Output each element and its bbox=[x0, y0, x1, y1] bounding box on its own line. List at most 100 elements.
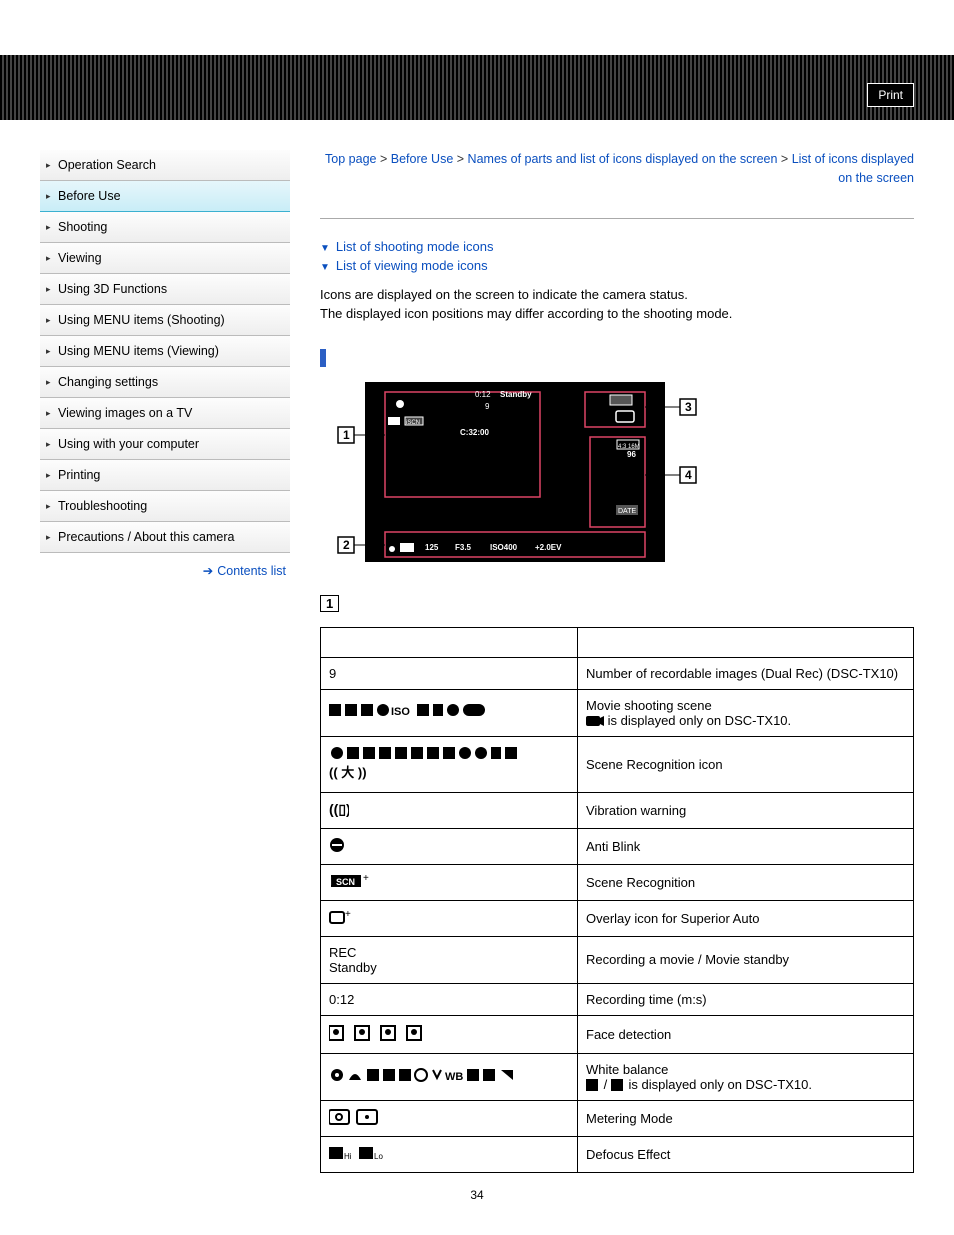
indication-cell: Movie shooting scene is displayed only o… bbox=[578, 689, 914, 736]
diagram-96: 96 bbox=[627, 450, 636, 459]
face-detect-icons bbox=[329, 1024, 439, 1042]
breadcrumb-names[interactable]: Names of parts and list of icons display… bbox=[468, 152, 778, 166]
svg-text:WB: WB bbox=[445, 1071, 463, 1083]
indication-cell: Scene Recognition bbox=[578, 864, 914, 900]
table-row: Metering Mode bbox=[321, 1100, 914, 1136]
diagram-standby: Standby bbox=[500, 390, 532, 399]
intro-line1: Icons are displayed on the screen to ind… bbox=[320, 287, 688, 302]
main-content: Top page > Before Use > Names of parts a… bbox=[320, 150, 914, 1173]
display-cell: 9 bbox=[321, 657, 578, 689]
sidebar-item-before-use[interactable]: Before Use bbox=[40, 181, 290, 212]
table-row: i SCN + Scene Recognition bbox=[321, 864, 914, 900]
sidebar-item-printing[interactable]: Printing bbox=[40, 460, 290, 491]
svg-text:Lo: Lo bbox=[374, 1152, 383, 1161]
svg-text:4:3 16M: 4:3 16M bbox=[618, 444, 640, 450]
vibration-icon: ((▯)) bbox=[329, 801, 349, 817]
arrow-right-icon: ➔ bbox=[203, 564, 213, 578]
sidebar-item-label: Using 3D Functions bbox=[58, 282, 167, 296]
sidebar-item-menu-viewing[interactable]: Using MENU items (Viewing) bbox=[40, 336, 290, 367]
indication-cell: Anti Blink bbox=[578, 828, 914, 864]
svg-text:2: 2 bbox=[343, 538, 350, 552]
breadcrumb-before-use[interactable]: Before Use bbox=[391, 152, 454, 166]
sidebar-item-label: Operation Search bbox=[58, 158, 156, 172]
diagram-shutter: 125 bbox=[425, 543, 439, 552]
breadcrumb-top[interactable]: Top page bbox=[325, 152, 376, 166]
wb-icons: WB bbox=[329, 1066, 569, 1084]
svg-text:iSCN: iSCN bbox=[406, 420, 420, 426]
indication-cell: Scene Recognition icon bbox=[578, 736, 914, 792]
svg-text:i: i bbox=[329, 877, 332, 888]
table-row: 9 Number of recordable images (Dual Rec)… bbox=[321, 657, 914, 689]
display-cell: ISO bbox=[321, 689, 578, 736]
sidebar-item-menu-shooting[interactable]: Using MENU items (Shooting) bbox=[40, 305, 290, 336]
contents-list-link[interactable]: ➔ Contents list bbox=[40, 553, 290, 588]
display-cell: WB bbox=[321, 1053, 578, 1100]
anchor-viewing-icons[interactable]: List of viewing mode icons bbox=[320, 258, 914, 273]
sidebar-item-label: Using MENU items (Viewing) bbox=[58, 344, 219, 358]
diagram-date: DATE bbox=[618, 508, 636, 515]
indication-note: is displayed only on DSC-TX10. bbox=[604, 713, 791, 728]
print-button[interactable]: Print bbox=[867, 83, 914, 107]
table-row: Hi Lo Defocus Effect bbox=[321, 1136, 914, 1172]
sidebar-item-label: Troubleshooting bbox=[58, 499, 147, 513]
rec-label: REC bbox=[329, 945, 356, 960]
scene-recognition-icons: (( 大 )) bbox=[329, 745, 569, 781]
display-cell bbox=[321, 828, 578, 864]
svg-text:+: + bbox=[363, 873, 369, 884]
indication-cell: Face detection bbox=[578, 1015, 914, 1053]
defocus-icons: Hi Lo bbox=[329, 1145, 389, 1161]
iscn-icon: i SCN + bbox=[329, 873, 373, 889]
sidebar-item-viewing-tv[interactable]: Viewing images on a TV bbox=[40, 398, 290, 429]
sidebar-item-precautions[interactable]: Precautions / About this camera bbox=[40, 522, 290, 553]
table-row: WB White balance / is displayed only on … bbox=[321, 1053, 914, 1100]
svg-text:(( 大 )): (( 大 )) bbox=[329, 765, 367, 780]
sidebar-item-viewing[interactable]: Viewing bbox=[40, 243, 290, 274]
sidebar: Operation Search Before Use Shooting Vie… bbox=[40, 150, 290, 1173]
sidebar-item-3d[interactable]: Using 3D Functions bbox=[40, 274, 290, 305]
svg-text:SCN: SCN bbox=[336, 877, 355, 887]
indication-cell: Overlay icon for Superior Auto bbox=[578, 900, 914, 936]
sidebar-item-operation-search[interactable]: Operation Search bbox=[40, 150, 290, 181]
svg-text:1: 1 bbox=[343, 428, 350, 442]
table-row: Face detection bbox=[321, 1015, 914, 1053]
sidebar-item-label: Viewing bbox=[58, 251, 102, 265]
sidebar-item-shooting[interactable]: Shooting bbox=[40, 212, 290, 243]
display-cell: i SCN + bbox=[321, 864, 578, 900]
sidebar-item-label: Using with your computer bbox=[58, 437, 199, 451]
overlay-icon: + bbox=[329, 909, 353, 925]
contents-list-label: Contents list bbox=[217, 564, 286, 578]
diagram-iso: ISO400 bbox=[490, 543, 518, 552]
indication-cell: Defocus Effect bbox=[578, 1136, 914, 1172]
sidebar-item-computer[interactable]: Using with your computer bbox=[40, 429, 290, 460]
display-cell: (( 大 )) bbox=[321, 736, 578, 792]
indication-cell: Recording a movie / Movie standby bbox=[578, 936, 914, 983]
diagram-time: 0:12 bbox=[475, 390, 491, 399]
svg-text:Hi: Hi bbox=[344, 1152, 352, 1161]
wb-inline-icon-2 bbox=[611, 1079, 625, 1091]
sidebar-item-troubleshooting[interactable]: Troubleshooting bbox=[40, 491, 290, 522]
indication-cell: Recording time (m:s) bbox=[578, 983, 914, 1015]
wb-inline-icon-1 bbox=[586, 1079, 600, 1091]
table-row: + Overlay icon for Superior Auto bbox=[321, 900, 914, 936]
movie-scene-icons: ISO bbox=[329, 702, 549, 720]
sidebar-item-label: Precautions / About this camera bbox=[58, 530, 234, 544]
indication-cell: Number of recordable images (Dual Rec) (… bbox=[578, 657, 914, 689]
camera-inline-icon bbox=[586, 715, 604, 727]
display-cell: 0:12 bbox=[321, 983, 578, 1015]
table-row: Anti Blink bbox=[321, 828, 914, 864]
anchor-shooting-icons[interactable]: List of shooting mode icons bbox=[320, 239, 914, 254]
sidebar-item-label: Changing settings bbox=[58, 375, 158, 389]
indication-cell: Vibration warning bbox=[578, 792, 914, 828]
display-cell bbox=[321, 1015, 578, 1053]
indication-line1: Movie shooting scene bbox=[586, 698, 712, 713]
anti-blink-icon bbox=[329, 837, 345, 853]
display-cell bbox=[321, 1100, 578, 1136]
slash: / bbox=[604, 1077, 611, 1092]
sidebar-item-changing-settings[interactable]: Changing settings bbox=[40, 367, 290, 398]
table-row: ((▯)) Vibration warning bbox=[321, 792, 914, 828]
table-row: ISO Movie shooting scene is displayed on… bbox=[321, 689, 914, 736]
display-cell: ((▯)) bbox=[321, 792, 578, 828]
diagram-aperture: F3.5 bbox=[455, 543, 472, 552]
breadcrumb: Top page > Before Use > Names of parts a… bbox=[320, 150, 914, 188]
metering-icons bbox=[329, 1109, 379, 1125]
